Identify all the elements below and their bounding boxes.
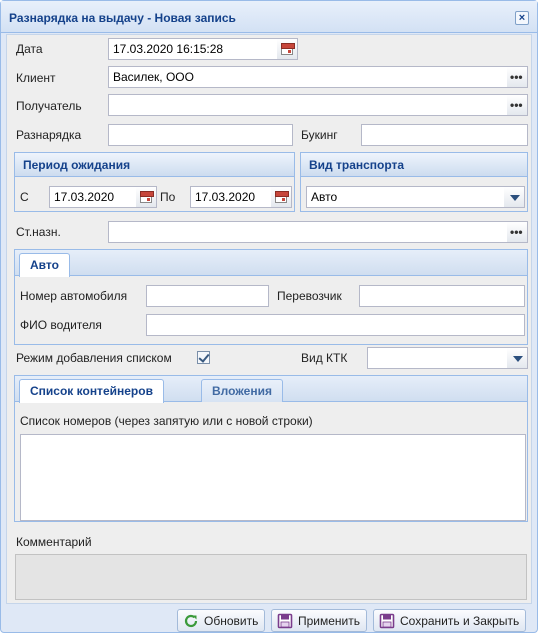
waiting-period-panel: Период ожидания С 17.03.2020 По 17.03.20… [14, 152, 295, 212]
car-number-label: Номер автомобиля [20, 289, 128, 303]
list-mode-label: Режим добавления списком [16, 351, 172, 365]
date-label: Дата [16, 42, 43, 56]
ktk-dropdown-button[interactable] [507, 347, 528, 369]
ellipsis-icon: ••• [510, 98, 523, 112]
tab-container-list[interactable]: Список контейнеров [19, 379, 164, 403]
auto-tabstrip: Авто [15, 250, 527, 277]
ktk-select[interactable] [367, 347, 508, 369]
from-date-picker-button[interactable] [136, 186, 157, 208]
allocation-label: Разнарядка [16, 128, 82, 142]
refresh-button[interactable]: Обновить [177, 609, 266, 632]
auto-tab-panel: Авто Номер автомобиля Перевозчик ФИО вод… [14, 249, 528, 345]
station-lookup-button[interactable]: ••• [507, 221, 528, 243]
to-label: По [160, 190, 176, 204]
recipient-lookup-button[interactable]: ••• [507, 94, 528, 116]
title-bar[interactable]: Разнарядка на выдачу - Новая запись × [1, 1, 537, 33]
window-title: Разнарядка на выдачу - Новая запись [9, 11, 236, 25]
dialog-window: Разнарядка на выдачу - Новая запись × Да… [0, 0, 538, 633]
client-label: Клиент [16, 71, 56, 85]
save-icon [277, 613, 293, 629]
client-lookup-button[interactable]: ••• [507, 66, 528, 88]
date-field[interactable]: 17.03.2020 16:15:28 [108, 38, 278, 60]
allocation-field[interactable] [108, 124, 293, 146]
booking-field[interactable] [361, 124, 528, 146]
calendar-icon [275, 191, 289, 203]
tab-attachments[interactable]: Вложения [201, 379, 283, 402]
container-list-textarea[interactable] [20, 434, 526, 521]
refresh-label: Обновить [204, 614, 259, 628]
booking-label: Букинг [301, 128, 338, 142]
carrier-field[interactable] [359, 285, 525, 307]
recipient-field[interactable] [108, 94, 508, 116]
comment-label: Комментарий [16, 535, 92, 549]
car-number-field[interactable] [146, 285, 269, 307]
transport-select[interactable]: Авто [306, 186, 505, 208]
containers-tabstrip: Список контейнеров Вложения [15, 376, 527, 403]
comment-textarea[interactable] [15, 554, 527, 600]
carrier-label: Перевозчик [277, 289, 342, 303]
apply-label: Применить [298, 614, 361, 628]
to-date-field[interactable]: 17.03.2020 [190, 186, 272, 208]
apply-button[interactable]: Применить [271, 609, 368, 632]
tab-auto[interactable]: Авто [19, 253, 70, 277]
station-label: Ст.назн. [16, 225, 61, 239]
ellipsis-icon: ••• [510, 225, 523, 239]
to-date-picker-button[interactable] [271, 186, 292, 208]
ellipsis-icon: ••• [510, 70, 523, 84]
transport-panel: Вид транспорта Авто [300, 152, 528, 212]
refresh-icon [184, 614, 198, 628]
ktk-label: Вид КТК [301, 351, 348, 365]
save-icon [379, 613, 395, 629]
save-close-button[interactable]: Сохранить и Закрыть [373, 609, 527, 632]
calendar-icon [140, 191, 154, 203]
footer-toolbar: Обновить Применить Сохранить и Закрыть [1, 606, 537, 633]
close-icon[interactable]: × [515, 11, 529, 25]
driver-label: ФИО водителя [20, 318, 102, 332]
waiting-period-title: Период ожидания [15, 153, 294, 177]
date-picker-button[interactable] [277, 38, 298, 60]
chevron-down-icon [510, 195, 520, 201]
client-field[interactable]: Василек, ООО [108, 66, 508, 88]
transport-title: Вид транспорта [301, 153, 527, 177]
list-mode-checkbox[interactable] [197, 351, 210, 364]
chevron-down-icon [513, 356, 523, 362]
save-close-label: Сохранить и Закрыть [400, 614, 520, 628]
recipient-label: Получатель [16, 99, 82, 113]
from-label: С [20, 190, 29, 204]
driver-field[interactable] [146, 314, 525, 336]
calendar-icon [281, 43, 295, 55]
station-field[interactable] [108, 221, 508, 243]
from-date-field[interactable]: 17.03.2020 [49, 186, 137, 208]
containers-tab-panel: Список контейнеров Вложения Список номер… [14, 375, 528, 522]
form-body: Дата 17.03.2020 16:15:28 Клиент Василек,… [6, 34, 532, 604]
transport-dropdown-button[interactable] [504, 186, 525, 208]
container-list-hint: Список номеров (через запятую или с ново… [20, 414, 313, 428]
